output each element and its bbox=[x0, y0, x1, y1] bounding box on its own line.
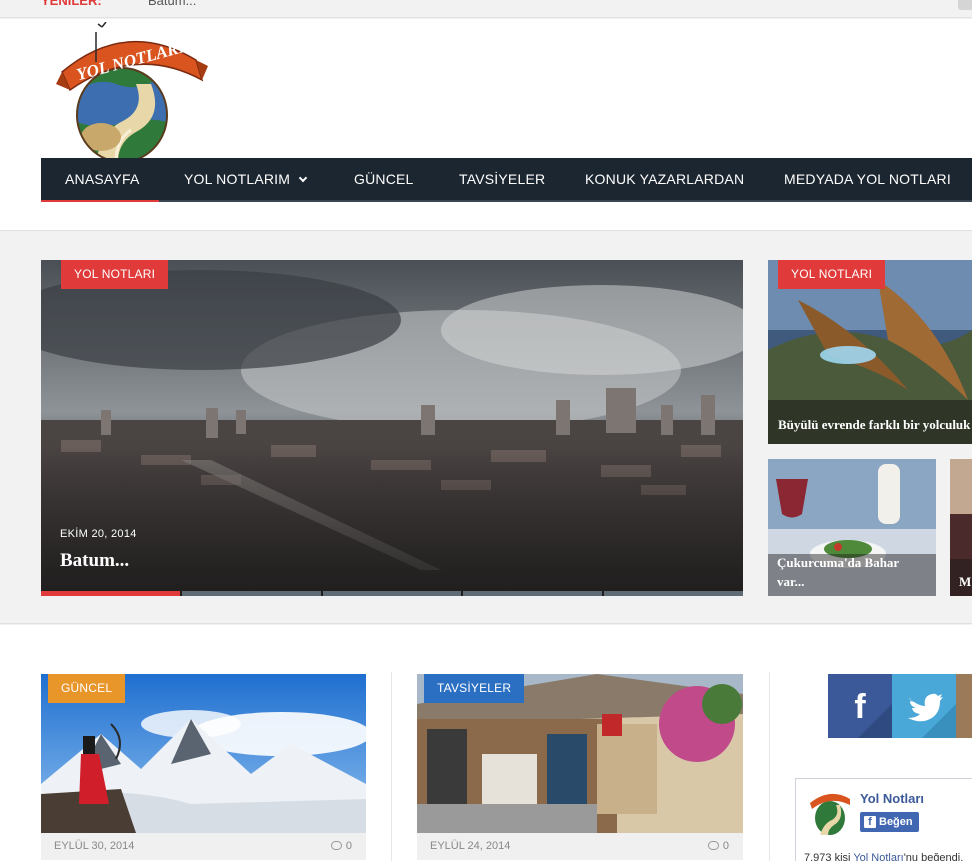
post-meta: EYLÜL 24, 2014 0 bbox=[417, 833, 743, 860]
nav-label: ANASAYFA bbox=[65, 171, 140, 187]
nav-item-anasayfa[interactable]: ANASAYFA bbox=[41, 158, 159, 202]
category-badge[interactable]: TAVSİYELER bbox=[424, 674, 525, 703]
fb-like-count: 7.973 kişi Yol Notları'nu beğendi. bbox=[804, 852, 963, 861]
post-card[interactable]: GÜNCEL bbox=[41, 674, 366, 833]
slider-dot[interactable] bbox=[322, 591, 462, 596]
comment-count: 0 bbox=[345, 840, 352, 852]
twitter-button[interactable] bbox=[892, 674, 956, 738]
comment-icon bbox=[330, 841, 342, 850]
ticker-text[interactable]: Batum... bbox=[148, 0, 196, 8]
slide-date: EKİM 20, 2014 bbox=[60, 528, 137, 540]
side-card-title[interactable]: Büyülü evrende farklı bir yolculuk bbox=[778, 415, 970, 434]
nav-label: TAVSİYELER bbox=[459, 171, 546, 187]
side-card-title[interactable]: Çukurcuma'da Bahar var... bbox=[777, 553, 927, 591]
svg-text:f: f bbox=[854, 688, 866, 726]
post-card[interactable]: TAVSİYELER bbox=[417, 674, 743, 833]
featured-section: YOL NOTLARI EKİM 20, 2014 Batum... YOL N… bbox=[0, 232, 972, 624]
posts-section: GÜNCEL EYLÜL 30, 2014 0 TAVSİYELER EYLÜL… bbox=[0, 625, 972, 861]
category-badge[interactable]: YOL NOTLARI bbox=[61, 260, 169, 289]
chevron-down-icon bbox=[298, 173, 308, 183]
facebook-icon: f bbox=[854, 688, 892, 738]
comment-count: 0 bbox=[722, 840, 729, 852]
post-comments[interactable]: 0 bbox=[707, 833, 729, 860]
featured-main-image bbox=[41, 260, 743, 596]
page-avatar[interactable] bbox=[806, 787, 854, 839]
fb-page-name[interactable]: Yol Notları bbox=[860, 791, 924, 806]
fb-count-prefix: 7.973 kişi bbox=[804, 852, 851, 861]
nav-item-guncel[interactable]: GÜNCEL bbox=[354, 158, 414, 200]
site-header: YOL NOTLARI ANASAYFA YOL NOTLARIM GÜNCEL… bbox=[0, 19, 972, 231]
side-card-title[interactable]: M bbox=[959, 572, 971, 591]
site-logo[interactable]: YOL NOTLARI bbox=[56, 22, 208, 162]
nav-item-konuk-yazarlardan[interactable]: KONUK YAZARLARDAN bbox=[585, 158, 744, 200]
fb-count-link[interactable]: Yol Notları bbox=[853, 852, 903, 861]
slider-dot[interactable] bbox=[463, 591, 603, 596]
slider-dot[interactable] bbox=[181, 591, 321, 596]
news-ticker: YENİLER: Batum... bbox=[0, 0, 972, 18]
featured-main-slide[interactable]: YOL NOTLARI EKİM 20, 2014 Batum... bbox=[41, 260, 743, 596]
featured-side-card[interactable]: YOL NOTLARI Büyülü evrende farklı bir yo… bbox=[768, 260, 972, 444]
nav-label: GÜNCEL bbox=[354, 171, 414, 187]
facebook-page-widget: Yol Notları f Beğen 7.973 kişi Yol Notla… bbox=[795, 778, 972, 861]
column-divider bbox=[769, 672, 770, 861]
instagram-button[interactable] bbox=[956, 674, 972, 738]
facebook-button[interactable]: f bbox=[828, 674, 892, 738]
slide-title[interactable]: Batum... bbox=[60, 550, 129, 572]
slider-pagination bbox=[41, 591, 743, 596]
fb-count-suffix: 'nu beğendi. bbox=[903, 852, 964, 861]
fb-like-label: Beğen bbox=[879, 816, 913, 828]
comment-icon bbox=[707, 841, 719, 850]
nav-label: YOL NOTLARIM bbox=[184, 171, 291, 187]
ticker-control[interactable] bbox=[958, 0, 972, 10]
category-badge[interactable]: GÜNCEL bbox=[48, 674, 126, 703]
fb-like-button[interactable]: f Beğen bbox=[860, 812, 919, 832]
twitter-icon bbox=[908, 693, 956, 738]
nav-item-medyada-yol-notlari[interactable]: MEDYADA YOL NOTLARI bbox=[784, 158, 951, 200]
post-meta: EYLÜL 30, 2014 0 bbox=[41, 833, 366, 860]
nav-label: KONUK YAZARLARDAN bbox=[585, 171, 745, 187]
post-comments[interactable]: 0 bbox=[330, 833, 352, 860]
slider-dot[interactable] bbox=[41, 591, 180, 596]
category-badge[interactable]: YOL NOTLARI bbox=[778, 260, 886, 289]
featured-side-card[interactable]: Çukurcuma'da Bahar var... bbox=[768, 459, 936, 596]
post-date: EYLÜL 30, 2014 bbox=[54, 840, 135, 852]
nav-label: MEDYADA YOL NOTLARI bbox=[784, 171, 951, 187]
ticker-label: YENİLER: bbox=[41, 0, 102, 8]
featured-side-card[interactable]: M bbox=[950, 459, 972, 596]
facebook-icon: f bbox=[864, 816, 876, 828]
slider-dot[interactable] bbox=[604, 591, 743, 596]
column-divider bbox=[391, 672, 392, 861]
post-date: EYLÜL 24, 2014 bbox=[430, 840, 511, 852]
nav-item-tavsiyeler[interactable]: TAVSİYELER bbox=[459, 158, 545, 200]
main-nav: ANASAYFA YOL NOTLARIM GÜNCEL TAVSİYELER … bbox=[41, 158, 972, 202]
nav-item-yol-notlarim[interactable]: YOL NOTLARIM bbox=[184, 158, 308, 200]
